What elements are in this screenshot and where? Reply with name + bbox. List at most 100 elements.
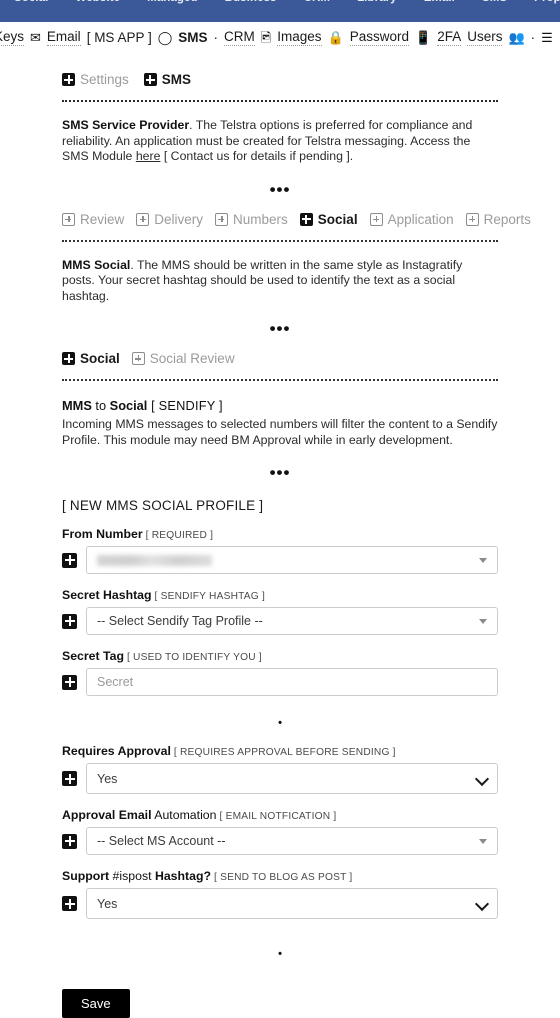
envelope-icon[interactable]: ✉: [30, 31, 41, 44]
plus-square-filled-icon: [143, 73, 157, 86]
mobile-phone-icon[interactable]: 📱: [415, 31, 431, 44]
tabs-secondary: Social Social Review: [62, 351, 498, 366]
field-row-requires-approval: Yes: [62, 763, 498, 794]
mms-to-social-title-tag: [ SENDIFY ]: [147, 398, 223, 413]
label-hint: [ EMAIL NOTFICATION ]: [216, 811, 337, 822]
tab-review[interactable]: Review: [62, 212, 124, 227]
chevron-down-icon[interactable]: [474, 771, 490, 786]
breadcrumb-item-sms[interactable]: SMS: [143, 72, 192, 87]
field-secret-tag: Secret Tag [ USED TO IDENTIFY YOU ] Secre…: [62, 649, 498, 696]
toolbar-item-crm[interactable]: CRM: [224, 28, 255, 46]
select-secret-hashtag[interactable]: -- Select Sendify Tag Profile --: [86, 607, 498, 635]
toolbar-item-sms[interactable]: SMS: [178, 29, 207, 46]
toolbar-item-users[interactable]: Users: [467, 28, 503, 46]
tab-label: Social Review: [149, 351, 235, 366]
redacted-value: [97, 554, 212, 566]
users-group-icon[interactable]: 👥: [508, 31, 524, 44]
tab-label: Numbers: [233, 211, 288, 227]
tab-social[interactable]: Social: [62, 351, 120, 366]
navbar-item-business[interactable]: Business: [225, 0, 277, 4]
tab-label: Delivery: [154, 211, 204, 227]
navbar-item-website[interactable]: Website: [75, 0, 120, 4]
select-support-ispost-hashtag[interactable]: Yes: [86, 888, 498, 919]
breadcrumb-item-settings[interactable]: Settings: [62, 72, 129, 87]
field-row-secret-tag: Secret: [62, 668, 498, 696]
chevron-down-icon[interactable]: [474, 896, 490, 911]
sms-module-link[interactable]: here: [136, 149, 161, 163]
mms-to-social-title-c: Social: [109, 398, 148, 413]
hamburger-menu-icon[interactable]: ☰: [541, 31, 553, 44]
mms-to-social-title-a: MMS: [62, 398, 92, 413]
ellipsis-separator: •••: [269, 179, 291, 199]
navbar-item-property[interactable]: Property: [534, 0, 560, 4]
input-placeholder: Secret: [97, 675, 134, 689]
tab-social-review[interactable]: Social Review: [131, 351, 235, 366]
chevron-down-icon[interactable]: [479, 558, 487, 563]
field-support-ispost-hashtag: Support #ispost Hashtag? [ SEND TO BLOG …: [62, 869, 498, 919]
dot-separator: •: [278, 948, 282, 960]
select-from-number[interactable]: [86, 546, 498, 574]
select-value: -- Select MS Account --: [97, 834, 226, 848]
plus-square-filled-icon[interactable]: [62, 674, 77, 690]
breadcrumb: Settings SMS: [62, 72, 498, 87]
tab-delivery[interactable]: Delivery: [136, 212, 203, 227]
navbar-item-library[interactable]: Library: [357, 0, 397, 4]
toolbar-item-2fa[interactable]: 2FA: [437, 28, 462, 46]
breadcrumb-label: SMS: [161, 72, 192, 87]
label-hint: [ SENDIFY HASHTAG ]: [151, 591, 265, 602]
plus-square-filled-icon[interactable]: [62, 896, 77, 911]
tab-label: Social: [317, 211, 358, 227]
label-bold: Secret Tag: [62, 649, 124, 663]
navbar-item-social[interactable]: Social: [14, 0, 48, 4]
tab-label: Review: [80, 211, 125, 227]
divider: [62, 239, 498, 242]
top-navbar-links: Social Website Managed Business CRM Library Em…: [10, 0, 560, 5]
lock-icon[interactable]: 🔒: [328, 31, 344, 44]
label-from-number: From Number [ REQUIRED ]: [62, 527, 498, 541]
tabs-primary: Review Delivery Numbers Social Application Re…: [62, 211, 531, 227]
navbar-item-managed[interactable]: Managed: [147, 0, 198, 4]
navbar-item-email[interactable]: Email: [424, 0, 455, 4]
label-hint: [ USED TO IDENTIFY YOU ]: [123, 652, 262, 663]
sms-service-provider-body-2: [ Contact us for details if pending ].: [160, 149, 354, 163]
chevron-down-icon[interactable]: [479, 839, 487, 844]
sms-service-provider-lead: SMS Service Provider: [62, 118, 190, 132]
tab-numbers[interactable]: Numbers: [215, 212, 288, 227]
chat-bubble-icon[interactable]: ◯: [158, 31, 173, 44]
plus-square-filled-icon[interactable]: [62, 833, 77, 849]
toolbar-item-keys[interactable]: Keys: [0, 28, 25, 46]
plus-square-filled-icon[interactable]: [62, 613, 77, 629]
label-requires-approval: Requires Approval [ REQUIRES APPROVAL BE…: [62, 744, 498, 758]
mms-to-social-title-b: to: [91, 398, 110, 413]
select-approval-email-automation[interactable]: -- Select MS Account --: [86, 827, 498, 855]
input-secret-tag[interactable]: Secret: [86, 668, 498, 696]
navbar-item-crm[interactable]: CRM: [304, 0, 331, 4]
toolbar-dot: ·: [530, 29, 536, 45]
chevron-down-icon[interactable]: [479, 619, 487, 624]
toolbar-item-ms-app[interactable]: [ MS APP ]: [87, 29, 152, 46]
toolbar-item-email[interactable]: Email: [46, 28, 81, 46]
navbar-item-sms[interactable]: SMS: [482, 0, 507, 4]
field-row-approval-email-automation: -- Select MS Account --: [62, 827, 498, 855]
select-requires-approval[interactable]: Yes: [86, 763, 498, 794]
image-icon[interactable]: 🖻: [261, 31, 271, 44]
divider: [62, 379, 498, 381]
tab-application[interactable]: Application: [369, 212, 454, 227]
label-bold: Secret Hashtag: [62, 588, 152, 602]
plus-square-outline-icon: [62, 212, 75, 226]
toolbar-item-images[interactable]: Images: [277, 28, 322, 46]
plus-square-filled-icon[interactable]: [62, 771, 77, 786]
tab-social[interactable]: Social: [299, 211, 358, 227]
mms-social-paragraph: MMS Social. The MMS should be written in…: [62, 258, 498, 305]
sms-service-provider-paragraph: SMS Service Provider. The Telstra option…: [62, 118, 498, 165]
tab-reports[interactable]: Reports: [465, 212, 531, 227]
save-button[interactable]: Save: [62, 989, 130, 1018]
plus-square-filled-icon[interactable]: [62, 552, 77, 568]
label-bold: From Number: [62, 527, 143, 541]
label-approval-email-automation: Approval Email Automation [ EMAIL NOTFIC…: [62, 808, 498, 822]
ellipsis-separator: •••: [269, 463, 291, 482]
field-secret-hashtag: Secret Hashtag [ SENDIFY HASHTAG ] -- Sel…: [62, 588, 498, 635]
toolbar-item-password[interactable]: Password: [349, 28, 409, 46]
field-row-from-number: [62, 546, 498, 574]
label-bold-2: Hashtag?: [151, 869, 211, 883]
